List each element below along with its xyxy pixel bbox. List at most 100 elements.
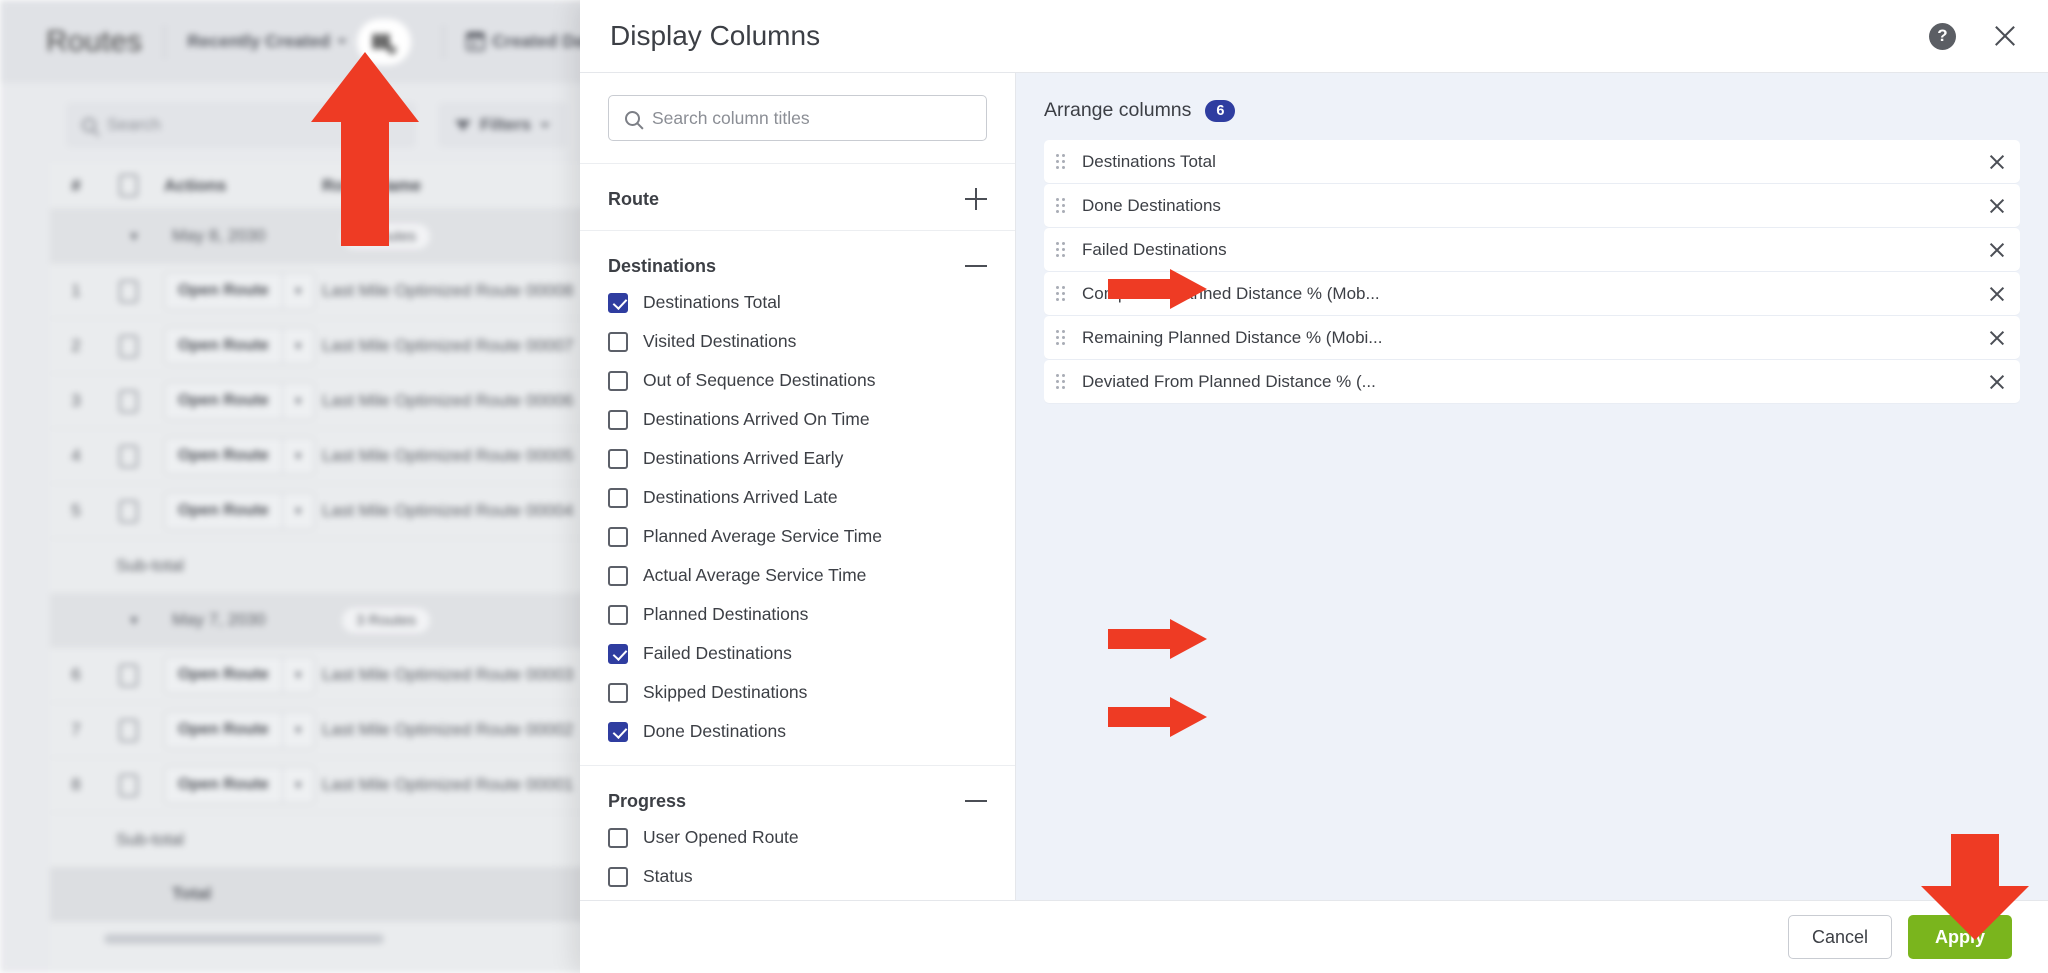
row-checkbox[interactable] <box>102 663 154 687</box>
checkbox-icon[interactable] <box>608 643 628 664</box>
column-option-destinations-arrived-early[interactable]: Destinations Arrived Early <box>608 439 987 478</box>
arranged-column-item[interactable]: Completed Planned Distance % (Mob... <box>1044 272 2020 315</box>
arranged-column-label: Remaining Planned Distance % (Mobi... <box>1082 327 1383 347</box>
remove-column-icon[interactable] <box>1988 197 2006 215</box>
column-option-failed-destinations[interactable]: Failed Destinations <box>608 634 987 673</box>
column-option-visited-destinations[interactable]: Visited Destinations <box>608 322 987 361</box>
checkbox-icon[interactable] <box>608 487 628 508</box>
filters-button[interactable]: Filters <box>438 102 568 148</box>
open-route-button[interactable]: Open Route ▾ <box>154 437 322 475</box>
column-option-done-destinations[interactable]: Done Destinations <box>608 712 987 751</box>
help-icon[interactable]: ? <box>1929 22 1956 50</box>
column-option-planned-average-service-time[interactable]: Planned Average Service Time <box>608 517 987 556</box>
search-column-titles-input[interactable] <box>652 107 970 129</box>
arranged-column-item[interactable]: Destinations Total <box>1044 140 2020 183</box>
column-option-destinations-total[interactable]: Destinations Total <box>608 283 987 322</box>
arranged-column-label: Deviated From Planned Distance % (... <box>1082 371 1376 391</box>
column-option-label: Destinations Total <box>643 292 781 312</box>
group-collapse-icon[interactable]: ▾ <box>106 611 162 629</box>
column-group-header[interactable]: Destinations <box>608 249 987 283</box>
column-header-index: # <box>71 175 81 195</box>
search-column-titles-box[interactable] <box>608 95 987 141</box>
column-option-planned-destinations[interactable]: Planned Destinations <box>608 595 987 634</box>
checkbox-icon[interactable] <box>608 526 628 547</box>
open-route-button[interactable]: Open Route ▾ <box>154 492 322 530</box>
arranged-column-label: Failed Destinations <box>1082 239 1227 259</box>
checkbox-icon[interactable] <box>608 721 628 742</box>
drag-handle-icon[interactable] <box>1056 153 1068 170</box>
checkbox-icon[interactable] <box>608 409 628 430</box>
column-option-destinations-arrived-on-time[interactable]: Destinations Arrived On Time <box>608 400 987 439</box>
column-option-label: Visited Destinations <box>643 331 797 351</box>
open-route-button[interactable]: Open Route ▾ <box>154 656 322 694</box>
checkbox-icon[interactable] <box>608 292 628 313</box>
arranged-column-label: Completed Planned Distance % (Mob... <box>1082 283 1380 303</box>
column-group-name: Progress <box>608 790 687 811</box>
row-checkbox[interactable] <box>102 389 154 413</box>
display-columns-button[interactable] <box>357 18 412 65</box>
view-selector[interactable]: Recently Created <box>187 31 348 52</box>
row-checkbox[interactable] <box>102 718 154 742</box>
group-collapse-icon[interactable]: ▾ <box>106 227 162 245</box>
display-columns-panel: Display Columns ? Search column titles R… <box>580 0 2048 973</box>
column-option-skipped-destinations[interactable]: Skipped Destinations <box>608 673 987 712</box>
column-option-destinations-arrived-late[interactable]: Destinations Arrived Late <box>608 478 987 517</box>
column-option-actual-average-service-time[interactable]: Actual Average Service Time <box>608 556 987 595</box>
drag-handle-icon[interactable] <box>1056 285 1068 302</box>
remove-column-icon[interactable] <box>1988 241 2006 259</box>
close-icon[interactable] <box>1992 23 2018 49</box>
drag-handle-icon[interactable] <box>1056 329 1068 346</box>
column-option-label: User Opened Route <box>643 827 799 847</box>
column-groups-list[interactable]: Route Destinations Destinations Total Vi… <box>580 164 1015 900</box>
checkbox-icon[interactable] <box>608 866 628 887</box>
arranged-column-item[interactable]: Remaining Planned Distance % (Mobi... <box>1044 316 2020 359</box>
arranged-column-item[interactable]: Done Destinations <box>1044 184 2020 227</box>
minus-icon[interactable] <box>965 790 987 812</box>
open-route-button[interactable]: Open Route ▾ <box>154 272 322 310</box>
checkbox-icon[interactable] <box>608 827 628 848</box>
checkbox-icon[interactable] <box>608 682 628 703</box>
row-checkbox[interactable] <box>102 444 154 468</box>
remove-column-icon[interactable] <box>1988 153 2006 171</box>
checkbox-icon[interactable] <box>608 331 628 352</box>
open-route-button[interactable]: Open Route ▾ <box>154 382 322 420</box>
horizontal-scrollbar[interactable] <box>104 934 384 944</box>
open-route-button[interactable]: Open Route ▾ <box>154 327 322 365</box>
remove-column-icon[interactable] <box>1988 285 2006 303</box>
drag-handle-icon[interactable] <box>1056 373 1068 390</box>
row-index: 7 <box>71 720 81 739</box>
column-option-out-of-sequence-destinations[interactable]: Out of Sequence Destinations <box>608 361 987 400</box>
drag-handle-icon[interactable] <box>1056 241 1068 258</box>
apply-button[interactable]: Apply <box>1908 915 2012 959</box>
column-option-user-opened-route[interactable]: User Opened Route <box>608 818 987 857</box>
checkbox-icon[interactable] <box>608 604 628 625</box>
cancel-button[interactable]: Cancel <box>1788 915 1892 959</box>
arranged-column-item[interactable]: Failed Destinations <box>1044 228 2020 271</box>
plus-icon[interactable] <box>965 188 987 210</box>
row-checkbox[interactable] <box>102 499 154 523</box>
row-index: 6 <box>71 665 81 684</box>
open-route-button[interactable]: Open Route ▾ <box>154 766 322 804</box>
arrange-columns-title: Arrange columns <box>1044 99 1192 121</box>
column-group-destinations: Destinations Destinations Total Visited … <box>580 231 1015 766</box>
checkbox-icon[interactable] <box>608 370 628 391</box>
checkbox-icon[interactable] <box>608 448 628 469</box>
drag-handle-icon[interactable] <box>1056 197 1068 214</box>
search-input[interactable]: Search <box>66 102 416 148</box>
open-route-button[interactable]: Open Route ▾ <box>154 711 322 749</box>
row-checkbox[interactable] <box>102 334 154 358</box>
row-checkbox[interactable] <box>102 279 154 303</box>
row-checkbox[interactable] <box>102 773 154 797</box>
checkbox-icon[interactable] <box>608 565 628 586</box>
remove-column-icon[interactable] <box>1988 373 2006 391</box>
arranged-column-item[interactable]: Deviated From Planned Distance % (... <box>1044 360 2020 403</box>
minus-icon[interactable] <box>965 255 987 277</box>
column-group-header[interactable]: Progress <box>608 784 987 818</box>
select-all-checkbox[interactable] <box>102 174 154 197</box>
column-search-wrap <box>580 73 1015 164</box>
column-option-label: Planned Destinations <box>643 604 809 624</box>
remove-column-icon[interactable] <box>1988 329 2006 347</box>
column-option-status[interactable]: Status <box>608 857 987 896</box>
calendar-icon <box>466 32 486 51</box>
column-group-header[interactable]: Route <box>608 182 987 216</box>
